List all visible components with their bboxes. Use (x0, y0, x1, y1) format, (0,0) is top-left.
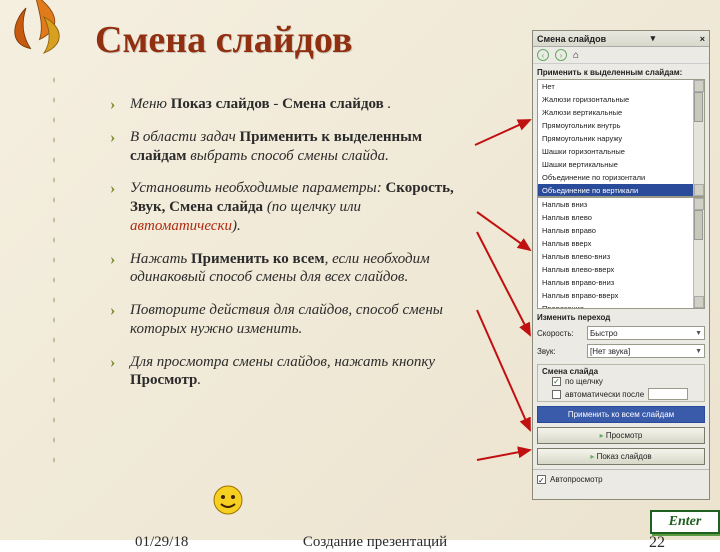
bold-text: Смена слайдов (282, 96, 384, 112)
on-click-checkbox[interactable]: ✓ по щелчку (538, 376, 704, 387)
bullet-2: В области задач Применить к выделенным с… (110, 128, 470, 166)
list-item[interactable]: Объединение по горизонтали (538, 171, 704, 184)
advance-group: Смена слайда ✓ по щелчку автоматически п… (537, 364, 705, 402)
sound-row: Звук: [Нет звука] ▼ (533, 342, 709, 360)
highlight-text: автоматически (130, 218, 232, 234)
text: Нажать (130, 251, 191, 267)
bold-text: Применить ко всем (191, 251, 325, 267)
list-item[interactable]: Наплыв влево-вниз (538, 250, 704, 263)
checkbox-icon: ✓ (552, 377, 561, 386)
text: выбрать способ смены слайда. (187, 148, 389, 164)
chevron-down-icon: ▼ (695, 348, 702, 355)
text: Повторите действия для слайдов, способ с… (130, 302, 443, 337)
autopreview-checkbox[interactable]: ✓ Автопросмотр (533, 473, 709, 486)
smiley-icon (210, 482, 246, 518)
checkbox-label: по щелчку (565, 377, 603, 386)
list-item[interactable]: Наплыв влево-вверх (538, 263, 704, 276)
pane-title-text: Смена слайдов (537, 34, 606, 44)
list-item[interactable]: Наплыв вправо-вверх (538, 289, 704, 302)
checkbox-icon (552, 390, 561, 399)
text: . (384, 96, 392, 112)
list-item[interactable]: Нет (538, 80, 704, 93)
text: - (270, 96, 283, 112)
sound-combo[interactable]: [Нет звука] ▼ (587, 344, 705, 358)
enter-button[interactable]: Enter (650, 510, 720, 534)
checkbox-label: Автопросмотр (550, 475, 603, 484)
speed-label: Скорость: (537, 329, 583, 338)
sound-label: Звук: (537, 347, 583, 356)
list-item[interactable]: Шашки вертикальные (538, 158, 704, 171)
scrollbar[interactable] (693, 80, 704, 196)
bullet-3: Установить необходимые параметры: Скорос… (110, 179, 470, 235)
auto-time-spinner[interactable] (648, 388, 688, 400)
list-item[interactable]: Жалюзи вертикальные (538, 106, 704, 119)
pane-section-modify: Изменить переход (533, 309, 709, 324)
pane-section-apply: Применить к выделенным слайдам: (533, 64, 709, 79)
bold-text: Показ слайдов (171, 96, 270, 112)
transition-list-1[interactable]: Нет Жалюзи горизонтальные Жалюзи вертика… (537, 79, 705, 197)
preview-button[interactable]: Просмотр (537, 427, 705, 444)
pane-dropdown-icon[interactable]: ▾ (651, 33, 656, 44)
list-item[interactable]: Жалюзи горизонтальные (538, 93, 704, 106)
home-icon[interactable]: ⌂ (573, 50, 579, 61)
checkbox-label: автоматически после (565, 390, 644, 399)
footer-date: 01/29/18 (135, 534, 188, 551)
back-icon[interactable]: ‹ (537, 49, 549, 61)
speed-value: Быстро (590, 329, 618, 338)
slide-title: Смена слайдов (95, 18, 352, 62)
scroll-thumb[interactable] (694, 92, 703, 122)
list-item[interactable]: Прорезание (538, 302, 704, 309)
text: Для просмотра смены слайдов, нажать кноп… (130, 354, 435, 370)
bullet-6: Для просмотра смены слайдов, нажать кноп… (110, 353, 470, 391)
text: Установить необходимые параметры: (130, 180, 385, 196)
close-icon[interactable]: × (700, 34, 705, 44)
list-item[interactable]: Прямоугольник внутрь (538, 119, 704, 132)
speed-combo[interactable]: Быстро ▼ (587, 326, 705, 340)
list-item[interactable]: Наплыв вниз (538, 198, 704, 211)
list-item[interactable]: Прямоугольник наружу (538, 132, 704, 145)
checkbox-icon: ✓ (537, 475, 546, 484)
content-area: Меню Показ слайдов - Смена слайдов . В о… (110, 95, 470, 404)
bold-text: Просмотр (130, 372, 197, 388)
list-item[interactable]: Наплыв вправо-вниз (538, 276, 704, 289)
bullet-5: Повторите действия для слайдов, способ с… (110, 301, 470, 339)
text: (по щелчку или (263, 199, 361, 215)
text: . (197, 372, 201, 388)
text: В области задач (130, 129, 240, 145)
scrollbar[interactable] (693, 198, 704, 308)
apply-all-button[interactable]: Применить ко всем слайдам (537, 406, 705, 423)
footer-page-number: 22 (649, 534, 665, 552)
dotted-divider (50, 70, 58, 470)
forward-icon[interactable]: › (555, 49, 567, 61)
text: ). (232, 218, 241, 234)
text: Меню (130, 96, 171, 112)
list-item[interactable]: Наплыв вверх (538, 237, 704, 250)
task-pane: Смена слайдов ▾ × ‹ › ⌂ Применить к выде… (532, 30, 710, 500)
sound-value: [Нет звука] (590, 347, 630, 356)
bullet-1: Меню Показ слайдов - Смена слайдов . (110, 95, 470, 114)
transition-list-2[interactable]: Наплыв вниз Наплыв влево Наплыв вправо Н… (537, 197, 705, 309)
list-item-selected[interactable]: Объединение по вертикали (538, 184, 704, 197)
scroll-thumb[interactable] (694, 210, 703, 240)
chevron-down-icon: ▼ (695, 330, 702, 337)
slideshow-button[interactable]: Показ слайдов (537, 448, 705, 465)
list-item[interactable]: Шашки горизонтальные (538, 145, 704, 158)
group-legend: Смена слайда (538, 365, 704, 376)
bullet-4: Нажать Применить ко всем, если необходим… (110, 250, 470, 288)
slide-background: Смена слайдов Меню Показ слайдов - Смена… (0, 0, 720, 540)
pane-titlebar: Смена слайдов ▾ × (533, 31, 709, 47)
list-item[interactable]: Наплыв вправо (538, 224, 704, 237)
auto-after-checkbox[interactable]: автоматически после (538, 387, 704, 401)
speed-row: Скорость: Быстро ▼ (533, 324, 709, 342)
footer-caption: Создание презентаций (275, 534, 475, 551)
leaf-decoration (0, 0, 80, 80)
list-item[interactable]: Наплыв влево (538, 211, 704, 224)
pane-toolbar: ‹ › ⌂ (533, 47, 709, 64)
